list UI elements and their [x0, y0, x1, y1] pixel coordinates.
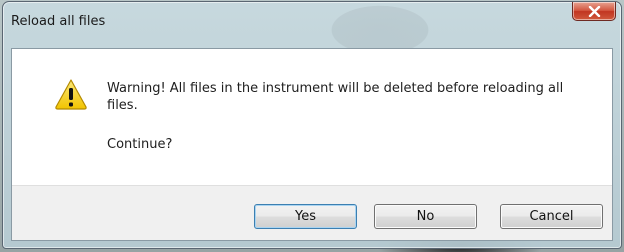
- yes-button[interactable]: Yes: [254, 204, 357, 229]
- cancel-button[interactable]: Cancel: [500, 204, 603, 229]
- window-title: Reload all files: [11, 14, 106, 29]
- warning-icon: [55, 79, 87, 110]
- close-button[interactable]: [572, 2, 616, 21]
- continue-prompt: Continue?: [107, 137, 173, 152]
- message-area: Warning! All files in the instrument wil…: [12, 49, 612, 185]
- title-bar[interactable]: Reload all files: [3, 2, 621, 48]
- close-icon: [588, 6, 601, 17]
- reload-dialog: Reload all files Warning! All files in t…: [2, 1, 622, 249]
- dialog-body: Warning! All files in the instrument wil…: [11, 48, 613, 241]
- warning-message: Warning! All files in the instrument wil…: [107, 81, 564, 113]
- no-button[interactable]: No: [374, 204, 477, 229]
- button-bar: Yes No Cancel: [12, 185, 612, 240]
